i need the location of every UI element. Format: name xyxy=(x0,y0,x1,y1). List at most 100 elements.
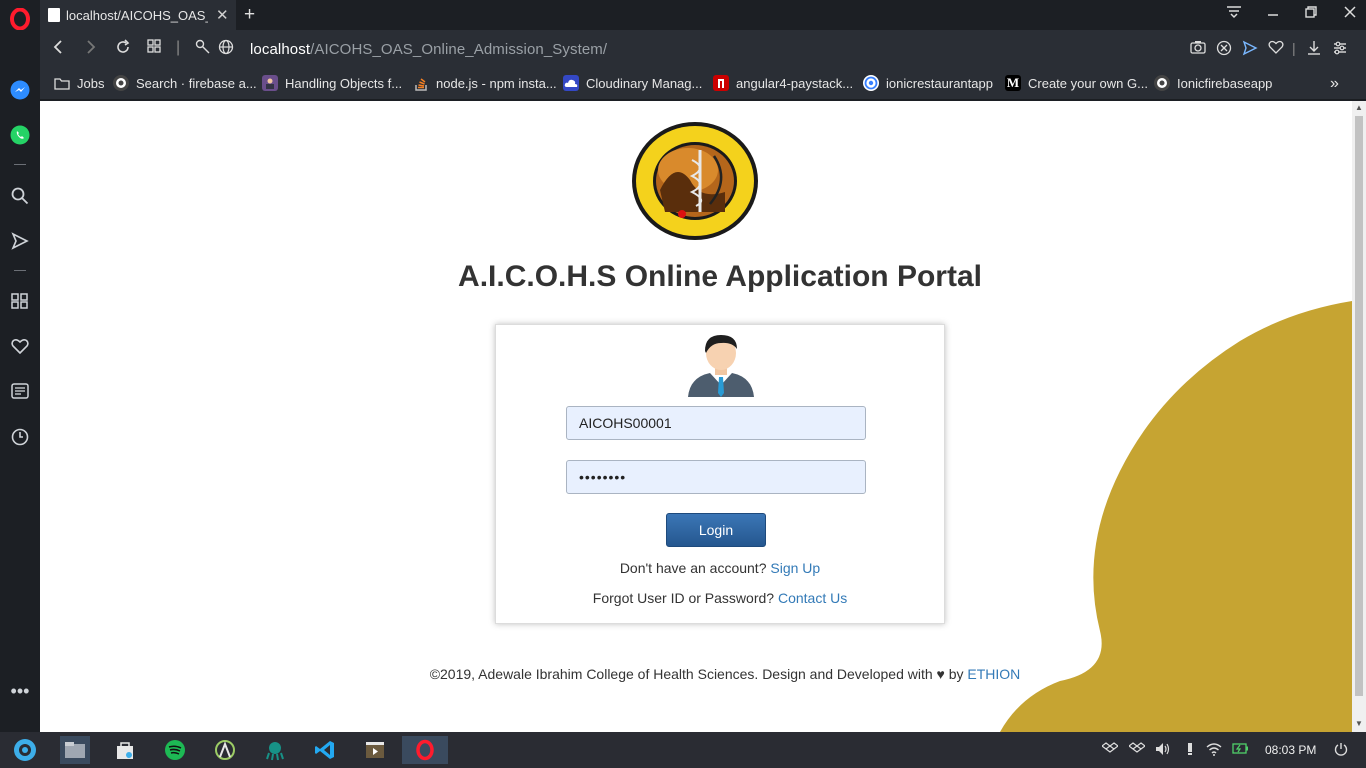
opera-logo-icon[interactable] xyxy=(9,8,31,30)
tab-bar: localhost/AICOHS_OAS_On ✕ + xyxy=(40,0,1366,30)
tab-active[interactable]: localhost/AICOHS_OAS_On ✕ xyxy=(40,0,236,30)
download-icon[interactable] xyxy=(1306,40,1322,59)
dropbox-icon[interactable] xyxy=(1101,742,1119,759)
heart-icon[interactable] xyxy=(9,335,31,357)
url-host: localhost xyxy=(250,41,311,58)
cloudinary-icon xyxy=(563,75,579,91)
bookmark-item[interactable]: Handling Objects f... xyxy=(262,75,402,91)
password-input[interactable]: •••••••• xyxy=(566,460,866,494)
url-path: /AICOHS_OAS_Online_Admission_System/ xyxy=(310,41,608,58)
login-card: AICOHS00001 •••••••• Login Don't have an… xyxy=(495,324,945,624)
scroll-down-arrow-icon[interactable]: ▼ xyxy=(1355,719,1363,728)
dropbox-sync-icon[interactable] xyxy=(1128,742,1146,759)
wifi-icon[interactable] xyxy=(1206,742,1222,759)
taskbar: 08:03 PM xyxy=(0,732,1366,768)
whatsapp-icon[interactable] xyxy=(9,124,31,146)
back-icon[interactable] xyxy=(52,39,64,60)
footer-ethion-link[interactable]: ETHION xyxy=(967,666,1020,682)
medium-icon: M xyxy=(1005,75,1021,91)
store-bag-icon[interactable] xyxy=(111,736,139,764)
login-button[interactable]: Login xyxy=(666,513,766,547)
new-tab-plus-icon[interactable]: + xyxy=(244,4,255,26)
messenger-icon[interactable] xyxy=(9,79,31,101)
start-menu-icon[interactable] xyxy=(11,736,39,764)
speed-dial-grid-icon[interactable] xyxy=(147,39,161,58)
speed-dial-icon[interactable] xyxy=(9,290,31,312)
bookmark-item[interactable]: Search · firebase a... xyxy=(113,75,257,91)
bookmark-item[interactable]: node.js - npm insta... xyxy=(413,75,557,91)
snapshot-camera-icon[interactable] xyxy=(1190,40,1206,57)
page-title: A.I.C.O.H.S Online Application Portal xyxy=(458,260,982,293)
forward-icon[interactable] xyxy=(85,39,97,60)
notification-icon[interactable] xyxy=(1183,742,1197,759)
more-dots-icon[interactable]: ••• xyxy=(9,680,31,702)
addr-divider: | xyxy=(176,39,181,56)
spotify-icon[interactable] xyxy=(161,736,189,764)
ionic-icon xyxy=(863,75,879,91)
android-studio-icon[interactable] xyxy=(211,736,239,764)
forgot-row: Forgot User ID or Password? Contact Us xyxy=(496,590,944,606)
bookmark-label: Ionicfirebaseapp xyxy=(1177,75,1273,91)
github-icon xyxy=(113,75,129,91)
vscode-icon[interactable] xyxy=(311,736,339,764)
bookmark-label: Cloudinary Manag... xyxy=(586,75,703,91)
no-account-text: Don't have an account? xyxy=(619,560,767,576)
minimize-icon[interactable] xyxy=(1266,5,1280,23)
flow-send-icon[interactable] xyxy=(1242,40,1258,59)
close-window-icon[interactable] xyxy=(1343,5,1357,23)
page-viewport: A.I.C.O.H.S Online Application Portal AI… xyxy=(40,101,1352,732)
signup-link[interactable]: Sign Up xyxy=(770,560,820,576)
bookmark-label: node.js - npm insta... xyxy=(436,75,557,91)
reload-icon[interactable] xyxy=(115,39,131,60)
tab-menu-icon[interactable] xyxy=(1226,5,1242,23)
taskbar-clock[interactable]: 08:03 PM xyxy=(1265,743,1316,757)
addr-divider-right: | xyxy=(1292,40,1296,56)
restore-icon[interactable] xyxy=(1304,5,1318,23)
bookmark-item[interactable]: Ionicfirebaseapp xyxy=(1154,75,1272,91)
user-avatar-icon xyxy=(688,335,754,397)
bookmarks-bar: Jobs Search · firebase a... Handling Obj… xyxy=(40,68,1366,100)
bookmark-label: Handling Objects f... xyxy=(285,75,403,91)
signup-row: Don't have an account? Sign Up xyxy=(496,560,944,576)
footer-text: ©2019, Adewale Ibrahim College of Health… xyxy=(429,666,964,682)
power-icon[interactable] xyxy=(1334,742,1348,759)
scrollbar-thumb[interactable] xyxy=(1355,116,1363,696)
history-clock-icon[interactable] xyxy=(9,426,31,448)
vpn-key-icon[interactable] xyxy=(195,39,211,60)
url-text[interactable]: localhost/AICOHS_OAS_Online_Admission_Sy… xyxy=(250,41,607,58)
battery-icon[interactable] xyxy=(1232,742,1248,757)
easy-setup-icon[interactable] xyxy=(1332,40,1348,59)
forgot-text: Forgot User ID or Password? xyxy=(592,590,775,606)
scroll-up-arrow-icon[interactable]: ▲ xyxy=(1355,103,1363,112)
user-id-input[interactable]: AICOHS00001 xyxy=(566,406,866,440)
bookmark-item[interactable]: Jobs xyxy=(54,75,104,91)
bookmark-label: ionicrestaurantapp xyxy=(886,75,993,91)
bookmark-item[interactable]: Cloudinary Manag... xyxy=(563,75,702,91)
bookmark-item[interactable]: angular4-paystack... xyxy=(713,75,853,91)
search-icon[interactable] xyxy=(9,185,31,207)
bookmark-item[interactable]: ionicrestaurantapp xyxy=(863,75,993,91)
video-editor-icon[interactable] xyxy=(361,736,389,764)
news-icon[interactable] xyxy=(9,380,31,402)
bookmarks-overflow-chevron-icon[interactable]: » xyxy=(1330,75,1339,93)
contact-us-link[interactable]: Contact Us xyxy=(778,590,847,606)
file-manager-icon[interactable] xyxy=(60,736,90,764)
sidebar-divider xyxy=(14,164,26,165)
github-icon xyxy=(1154,75,1170,91)
bookmark-item[interactable]: M Create your own G... xyxy=(1005,75,1148,91)
tab-close-icon[interactable]: ✕ xyxy=(216,6,229,24)
page-scrollbar[interactable]: ▲ ▼ xyxy=(1352,101,1366,732)
globe-icon[interactable] xyxy=(218,39,234,60)
send-icon[interactable] xyxy=(9,230,31,252)
adblock-icon[interactable] xyxy=(1216,40,1232,59)
npm-icon xyxy=(713,75,729,91)
address-bar: | localhost/AICOHS_OAS_Online_Admission_… xyxy=(40,30,1366,68)
bookmark-heart-icon[interactable] xyxy=(1268,40,1284,57)
opera-sidebar: ••• xyxy=(0,0,40,732)
avatar-icon xyxy=(262,75,278,91)
gitkraken-icon[interactable] xyxy=(261,736,289,764)
bookmark-label: angular4-paystack... xyxy=(736,75,854,91)
volume-icon[interactable] xyxy=(1155,742,1171,759)
bookmark-label: Create your own G... xyxy=(1028,75,1148,91)
opera-taskbar-icon[interactable] xyxy=(402,736,448,764)
